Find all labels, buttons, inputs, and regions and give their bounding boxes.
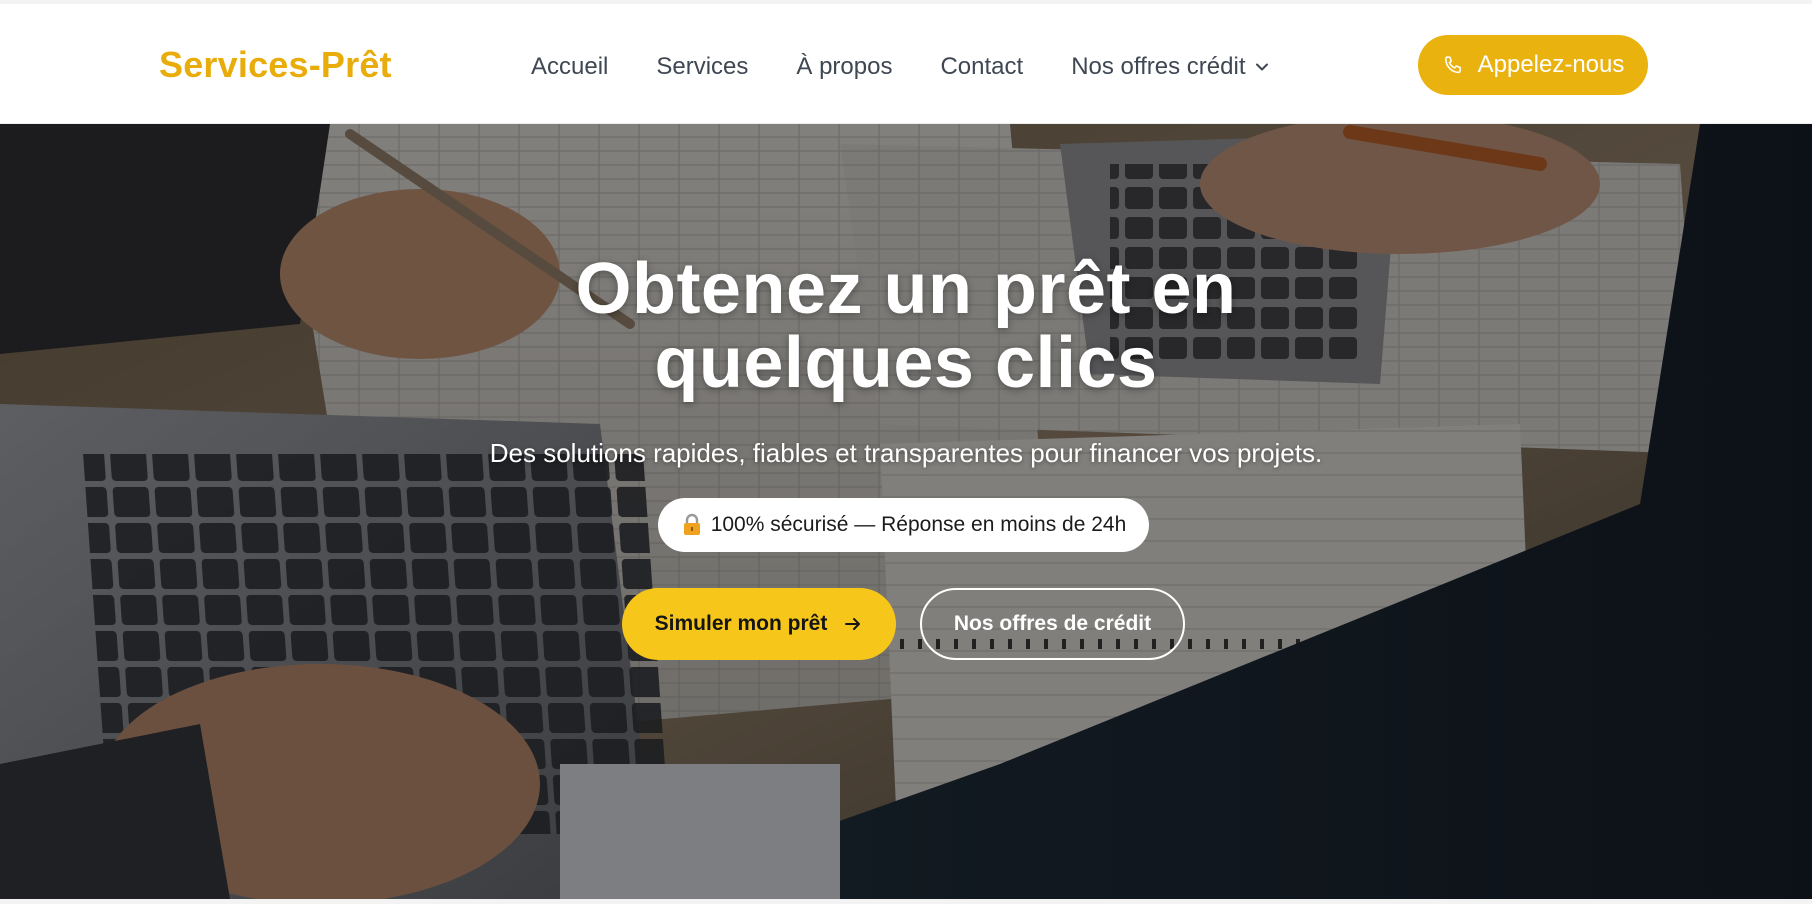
call-button[interactable]: Appelez-nous (1418, 35, 1648, 95)
nav-dropdown-offres-credit[interactable]: Nos offres crédit (1071, 53, 1269, 81)
nav-link-accueil[interactable]: Accueil (531, 53, 608, 81)
simulate-loan-button-label: Simuler mon prêt (654, 612, 828, 635)
hero-title-line-2: quelques clics (654, 323, 1158, 403)
hero-section: Obtenez un prêt en quelques clics Des so… (0, 124, 1812, 899)
credit-offers-button[interactable]: Nos offres de crédit (920, 588, 1185, 660)
hero-title-line-1: Obtenez un prêt en (575, 249, 1237, 329)
nav-link-a-propos[interactable]: À propos (796, 53, 892, 81)
lock-icon (683, 513, 700, 535)
nav-link-contact[interactable]: Contact (940, 53, 1023, 81)
arrow-right-icon (845, 618, 861, 630)
page: Services-Prêt Accueil Services À propos … (0, 4, 1812, 899)
trust-badge-text: 100% sécurisé — Réponse en moins de 24h (710, 513, 1127, 536)
credit-offers-button-label: Nos offres de crédit (953, 612, 1152, 635)
main-nav: Accueil Services À propos Contact Nos of… (531, 53, 1269, 81)
site-logo[interactable]: Services-Prêt (159, 44, 392, 86)
navbar: Services-Prêt Accueil Services À propos … (0, 4, 1812, 124)
trust-badge: 100% sécurisé — Réponse en moins de 24h (658, 498, 1149, 552)
nav-link-services[interactable]: Services (656, 53, 748, 81)
browser-viewport: Services-Prêt Accueil Services À propos … (0, 0, 1812, 904)
call-button-label: Appelez-nous (1477, 51, 1625, 78)
simulate-loan-button[interactable]: Simuler mon prêt (622, 588, 896, 660)
chevron-down-icon (1256, 63, 1269, 71)
phone-icon (1444, 56, 1461, 74)
nav-dropdown-label: Nos offres crédit (1071, 53, 1246, 80)
hero-title: Obtenez un prêt en quelques clics (0, 252, 1812, 400)
hero-subtitle: Des solutions rapides, fiables et transp… (489, 438, 1323, 468)
